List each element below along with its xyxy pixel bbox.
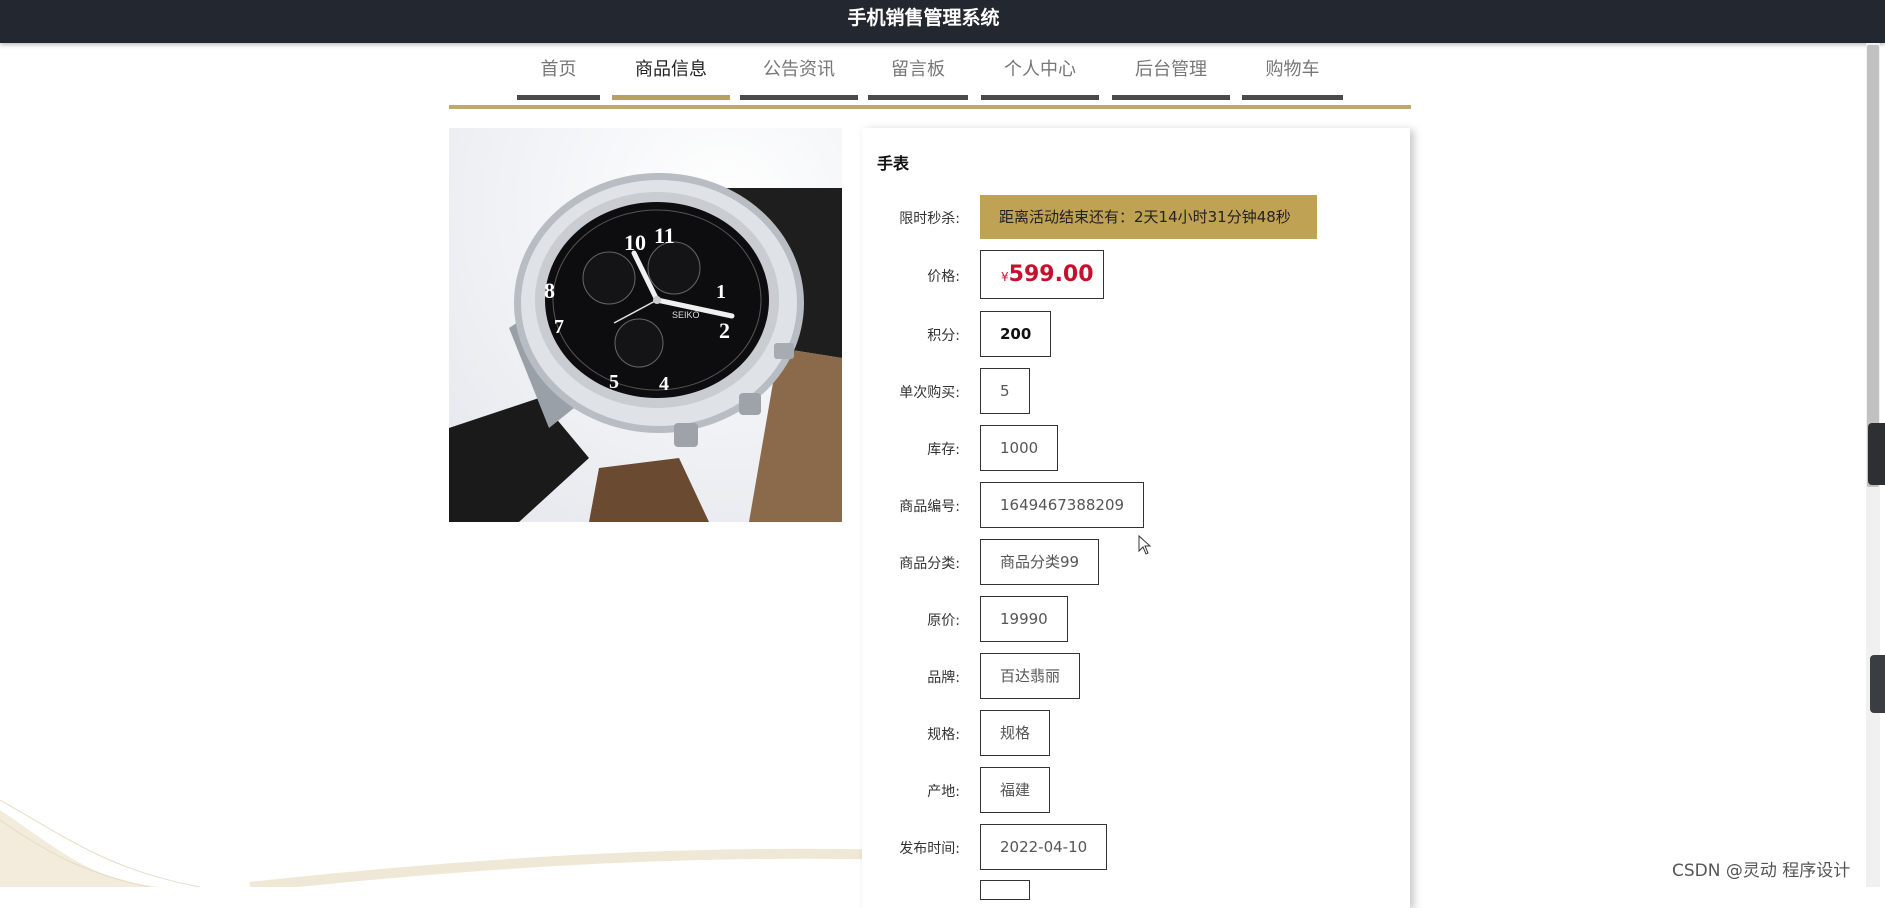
watermark-text: CSDN @灵动 程序设计 bbox=[1672, 861, 1851, 881]
product-code-value: 1649467388209 bbox=[980, 482, 1145, 528]
svg-text:8: 8 bbox=[544, 278, 555, 303]
stock-value: 1000 bbox=[980, 425, 1059, 471]
origin-label: 产地: bbox=[927, 784, 960, 800]
nav-message-board-label: 留言板 bbox=[891, 59, 945, 80]
nav-home[interactable]: 首页 bbox=[517, 56, 600, 100]
main-navigation: 首页 商品信息 公告资讯 留言板 个人中心 后台管理 购物车 bbox=[0, 43, 1885, 109]
price-value-box: ¥599.00 bbox=[980, 250, 1104, 299]
nav-cart-underline bbox=[1242, 95, 1343, 100]
stock-label: 库存: bbox=[927, 442, 960, 458]
brand-label: 品牌: bbox=[927, 670, 960, 686]
svg-text:5: 5 bbox=[609, 371, 619, 393]
nav-announcements[interactable]: 公告资讯 bbox=[740, 56, 858, 100]
svg-text:7: 7 bbox=[554, 316, 564, 338]
side-widget-tab[interactable] bbox=[1870, 655, 1885, 713]
nav-personal-center-underline bbox=[981, 95, 1099, 100]
top-header-bar: 手机销售管理系统 bbox=[0, 0, 1885, 43]
spec-label: 规格: bbox=[927, 727, 960, 743]
brand-value: 百达翡丽 bbox=[980, 653, 1081, 699]
per-purchase-label: 单次购买: bbox=[899, 385, 960, 401]
svg-text:11: 11 bbox=[654, 223, 675, 248]
background-wave-decoration bbox=[0, 790, 901, 892]
svg-text:2: 2 bbox=[719, 318, 730, 343]
wristwatch-image: 10 11 1 2 8 7 5 4 SEIKO bbox=[449, 128, 842, 522]
nav-product-info[interactable]: 商品信息 bbox=[612, 56, 730, 100]
nav-home-underline bbox=[517, 95, 600, 100]
scrollbar-thumb[interactable] bbox=[1867, 45, 1879, 487]
points-label: 积分: bbox=[927, 328, 960, 344]
svg-text:1: 1 bbox=[716, 281, 726, 303]
svg-text:SEIKO: SEIKO bbox=[672, 310, 700, 320]
price-value: 599.00 bbox=[1008, 262, 1094, 287]
flash-sale-countdown: 距离活动结束还有：2天14小时31分钟48秒 bbox=[980, 195, 1317, 239]
nav-personal-center-label: 个人中心 bbox=[1004, 59, 1076, 80]
nav-product-info-underline bbox=[612, 95, 730, 100]
mouse-cursor-icon bbox=[1138, 534, 1152, 559]
product-code-label: 商品编号: bbox=[899, 499, 960, 515]
origin-value: 福建 bbox=[980, 767, 1051, 813]
category-label: 商品分类: bbox=[899, 556, 960, 572]
nav-announcements-label: 公告资讯 bbox=[763, 59, 835, 80]
publish-time-label: 发布时间: bbox=[899, 841, 960, 857]
nav-admin-label: 后台管理 bbox=[1135, 59, 1207, 80]
price-label: 价格: bbox=[927, 269, 960, 285]
nav-message-board-underline bbox=[868, 95, 968, 100]
nav-personal-center[interactable]: 个人中心 bbox=[981, 56, 1099, 100]
nav-cart-label: 购物车 bbox=[1265, 59, 1320, 80]
nav-home-label: 首页 bbox=[540, 59, 577, 80]
flash-sale-label: 限时秒杀: bbox=[899, 211, 960, 227]
next-field-box bbox=[980, 880, 1030, 900]
currency-symbol: ¥ bbox=[1001, 270, 1009, 284]
per-purchase-value: 5 bbox=[980, 368, 1030, 414]
svg-text:4: 4 bbox=[659, 373, 669, 395]
nav-admin-underline bbox=[1112, 95, 1230, 100]
nav-announcements-underline bbox=[740, 95, 858, 100]
original-price-label: 原价: bbox=[927, 613, 960, 629]
category-value: 商品分类99 bbox=[980, 539, 1100, 585]
nav-product-info-label: 商品信息 bbox=[635, 59, 707, 80]
points-value: 200 bbox=[980, 311, 1052, 357]
side-panel-toggle[interactable] bbox=[1868, 423, 1885, 485]
publish-time-value: 2022-04-10 bbox=[980, 824, 1108, 870]
nav-cart[interactable]: 购物车 bbox=[1242, 56, 1343, 100]
nav-message-board[interactable]: 留言板 bbox=[868, 56, 968, 100]
site-title: 手机销售管理系统 bbox=[847, 7, 1000, 29]
product-name: 手表 bbox=[877, 154, 910, 173]
original-price-value: 19990 bbox=[980, 596, 1068, 642]
nav-divider bbox=[449, 105, 1411, 109]
nav-admin[interactable]: 后台管理 bbox=[1112, 56, 1230, 100]
spec-value: 规格 bbox=[980, 710, 1051, 756]
